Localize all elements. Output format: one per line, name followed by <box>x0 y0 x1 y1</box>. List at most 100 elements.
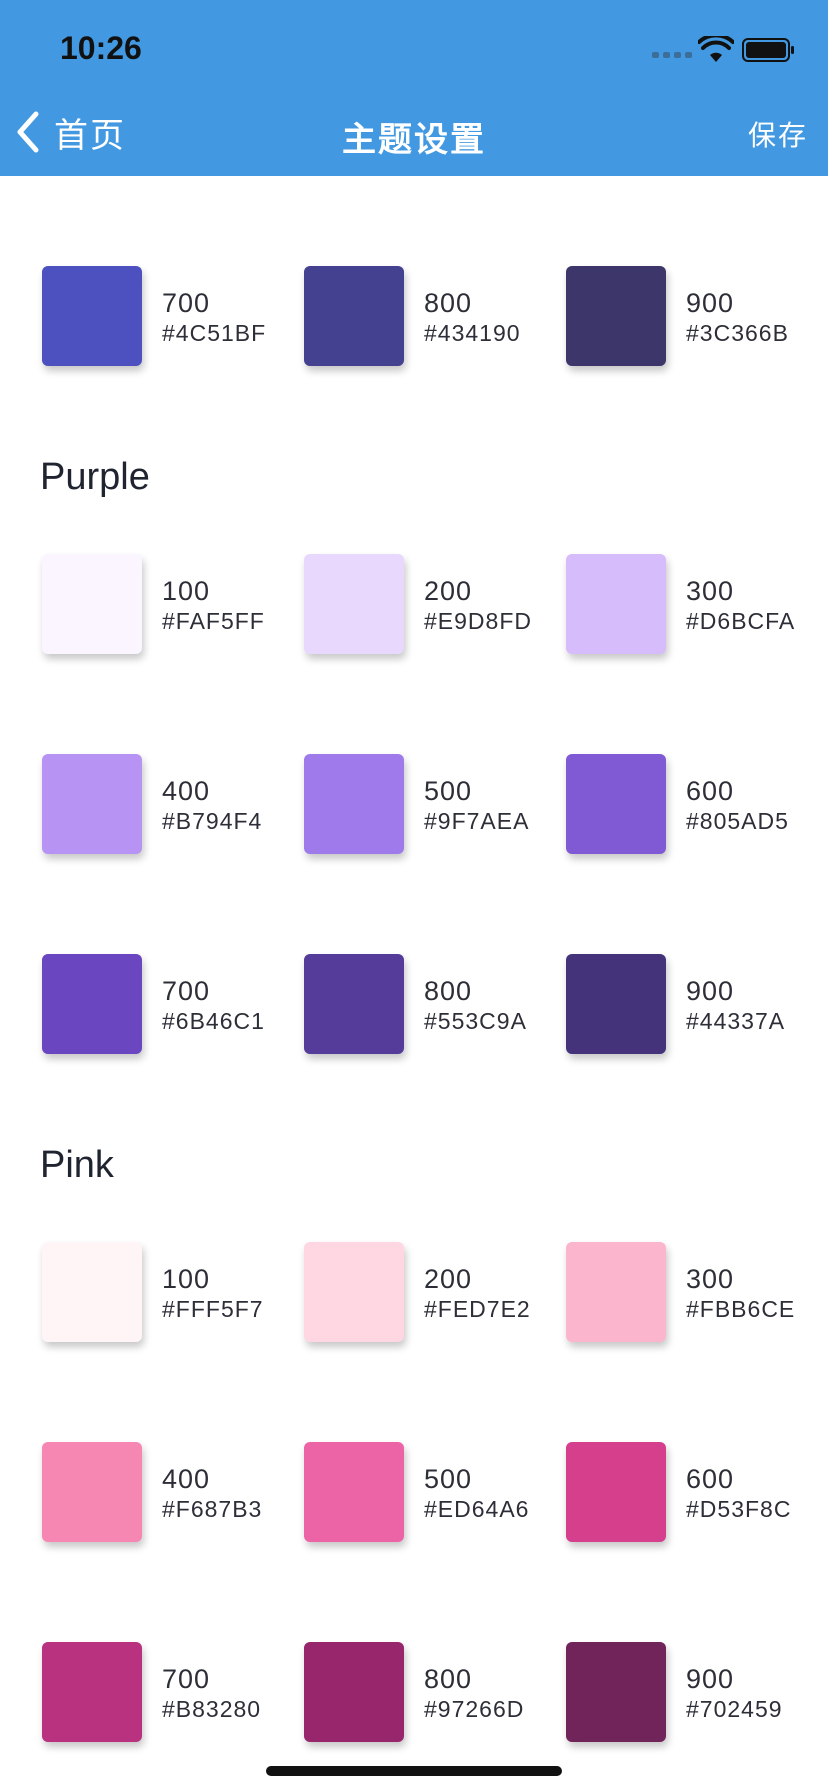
battery-icon <box>742 38 794 62</box>
color-swatch-item[interactable]: 300 #D6BCFA <box>566 554 816 654</box>
color-swatch-item[interactable]: 100 #FAF5FF <box>42 554 292 654</box>
color-swatch-item[interactable]: 900 #702459 <box>566 1642 816 1742</box>
color-swatch[interactable] <box>42 1242 142 1342</box>
shade-label: 600 <box>686 776 735 806</box>
hex-label: #FAF5FF <box>162 608 265 634</box>
hex-label: #D53F8C <box>686 1496 792 1522</box>
shade-label: 400 <box>162 776 211 806</box>
navigation-header: 10:26 首页 主题设置 保存 <box>0 0 828 176</box>
color-swatch[interactable] <box>566 554 666 654</box>
swatch-row: 700 #6B46C1 800 #553C9A 900 #44337A <box>0 954 828 1054</box>
shade-label: 600 <box>686 1464 735 1494</box>
color-swatch-item[interactable]: 700 #6B46C1 <box>42 954 292 1054</box>
wifi-icon <box>698 36 734 62</box>
shade-label: 700 <box>162 1664 211 1694</box>
hex-label: #97266D <box>424 1696 525 1722</box>
shade-label: 400 <box>162 1464 211 1494</box>
shade-label: 700 <box>162 288 211 318</box>
shade-label: 300 <box>686 1264 735 1294</box>
hex-label: #B794F4 <box>162 808 263 834</box>
shade-label: 300 <box>686 576 735 606</box>
color-swatch[interactable] <box>304 266 404 366</box>
color-swatch-item[interactable]: 200 #FED7E2 <box>304 1242 554 1342</box>
hex-label: #3C366B <box>686 320 789 346</box>
shade-label: 700 <box>162 976 211 1006</box>
hex-label: #553C9A <box>424 1008 527 1034</box>
shade-label: 800 <box>424 288 473 318</box>
save-button[interactable]: 保存 <box>748 114 808 154</box>
color-swatch-item[interactable]: 600 #D53F8C <box>566 1442 816 1542</box>
shade-label: 500 <box>424 1464 473 1494</box>
shade-label: 900 <box>686 288 735 318</box>
color-swatch[interactable] <box>566 754 666 854</box>
color-swatch-item[interactable]: 700 #4C51BF <box>42 266 292 366</box>
shade-label: 900 <box>686 976 735 1006</box>
color-swatch-item[interactable]: 300 #FBB6CE <box>566 1242 816 1342</box>
color-swatch[interactable] <box>304 1642 404 1742</box>
color-swatch[interactable] <box>42 954 142 1054</box>
section-title: Purple <box>40 456 150 498</box>
home-indicator[interactable] <box>266 1766 562 1776</box>
swatch-row: 400 #B794F4 500 #9F7AEA 600 #805AD5 <box>0 754 828 854</box>
hex-label: #E9D8FD <box>424 608 532 634</box>
color-swatch-item[interactable]: 900 #3C366B <box>566 266 816 366</box>
color-swatch-item[interactable]: 500 #ED64A6 <box>304 1442 554 1542</box>
color-swatch-item[interactable]: 100 #FFF5F7 <box>42 1242 292 1342</box>
hex-label: #6B46C1 <box>162 1008 265 1034</box>
color-swatch[interactable] <box>304 1442 404 1542</box>
color-swatch-item[interactable]: 800 #553C9A <box>304 954 554 1054</box>
swatch-row: 100 #FAF5FF 200 #E9D8FD 300 #D6BCFA <box>0 554 828 654</box>
color-swatch[interactable] <box>42 754 142 854</box>
color-swatch[interactable] <box>42 1442 142 1542</box>
shade-label: 200 <box>424 1264 473 1294</box>
shade-label: 800 <box>424 1664 473 1694</box>
color-swatch-item[interactable]: 600 #805AD5 <box>566 754 816 854</box>
shade-label: 900 <box>686 1664 735 1694</box>
color-swatch-item[interactable]: 400 #B794F4 <box>42 754 292 854</box>
color-swatch[interactable] <box>304 1242 404 1342</box>
shade-label: 500 <box>424 776 473 806</box>
color-swatch-item[interactable]: 800 #434190 <box>304 266 554 366</box>
hex-label: #805AD5 <box>686 808 789 834</box>
status-time: 10:26 <box>60 30 142 66</box>
cellular-signal-icon <box>652 52 694 58</box>
hex-label: #4C51BF <box>162 320 267 346</box>
color-swatch[interactable] <box>42 554 142 654</box>
shade-label: 200 <box>424 576 473 606</box>
color-swatch[interactable] <box>566 954 666 1054</box>
color-swatch[interactable] <box>304 954 404 1054</box>
color-swatch[interactable] <box>566 1242 666 1342</box>
color-swatch[interactable] <box>304 554 404 654</box>
color-swatch-item[interactable]: 900 #44337A <box>566 954 816 1054</box>
hex-label: #FBB6CE <box>686 1296 796 1322</box>
hex-label: #702459 <box>686 1696 783 1722</box>
hex-label: #ED64A6 <box>424 1496 530 1522</box>
shade-label: 100 <box>162 576 211 606</box>
hex-label: #FED7E2 <box>424 1296 531 1322</box>
swatch-row: 700 #4C51BF 800 #434190 900 #3C366B <box>0 266 828 366</box>
hex-label: #434190 <box>424 320 521 346</box>
color-swatch[interactable] <box>566 266 666 366</box>
hex-label: #44337A <box>686 1008 786 1034</box>
color-swatch[interactable] <box>566 1442 666 1542</box>
color-swatch-item[interactable]: 200 #E9D8FD <box>304 554 554 654</box>
hex-label: #B83280 <box>162 1696 262 1722</box>
section-title: Pink <box>40 1144 114 1186</box>
hex-label: #FFF5F7 <box>162 1296 264 1322</box>
color-swatch-item[interactable]: 400 #F687B3 <box>42 1442 292 1542</box>
page-title: 主题设置 <box>342 121 486 159</box>
color-swatch[interactable] <box>304 754 404 854</box>
hex-label: #D6BCFA <box>686 608 796 634</box>
shade-label: 100 <box>162 1264 211 1294</box>
hex-label: #F687B3 <box>162 1496 263 1522</box>
swatch-row: 700 #B83280 800 #97266D 900 #702459 <box>0 1642 828 1742</box>
color-swatch-item[interactable]: 500 #9F7AEA <box>304 754 554 854</box>
color-swatch[interactable] <box>566 1642 666 1742</box>
shade-label: 800 <box>424 976 473 1006</box>
color-swatch[interactable] <box>42 1642 142 1742</box>
color-swatch-item[interactable]: 800 #97266D <box>304 1642 554 1742</box>
color-swatch[interactable] <box>42 266 142 366</box>
swatch-row: 400 #F687B3 500 #ED64A6 600 #D53F8C <box>0 1442 828 1542</box>
hex-label: #9F7AEA <box>424 808 530 834</box>
color-swatch-item[interactable]: 700 #B83280 <box>42 1642 292 1742</box>
